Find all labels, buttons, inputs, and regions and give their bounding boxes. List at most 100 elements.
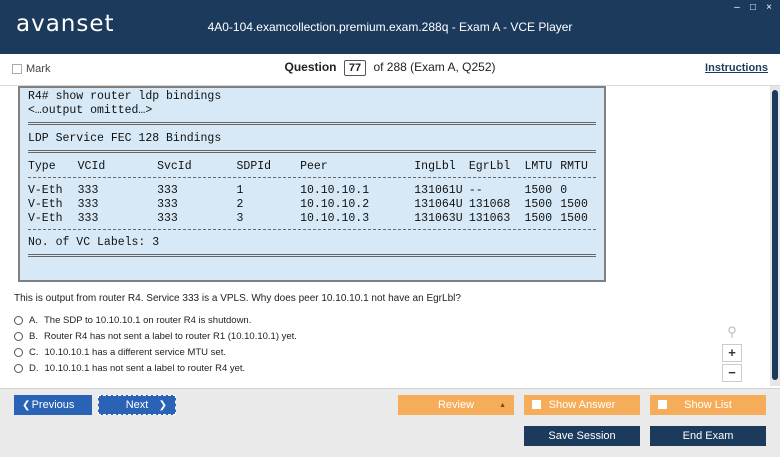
table-cell: V-Eth — [28, 198, 63, 211]
content-scrollbar[interactable] — [770, 86, 780, 386]
answer-letter: C. — [29, 346, 39, 358]
table-cell: 131063 — [468, 212, 511, 225]
answer-option-b[interactable]: B. Router R4 has not sent a label to rou… — [14, 328, 297, 344]
table-cell: 1500 — [524, 198, 553, 211]
show-answer-label: Show Answer — [548, 399, 616, 411]
table-cell: 10.10.10.2 — [300, 198, 370, 211]
maximize-icon[interactable]: □ — [748, 2, 758, 13]
col-header: EgrLbl — [468, 160, 511, 173]
question-number-input[interactable]: 77 — [343, 60, 367, 76]
answer-text: 10.10.10.1 has not sent a label to route… — [44, 362, 246, 374]
exhibit-header-row: Type VCId SvcId SDPId Peer IngLbl EgrLbl… — [28, 160, 596, 174]
table-cell: 2 — [236, 198, 244, 211]
window-title: 4A0-104.examcollection.premium.exam.288q… — [207, 20, 573, 34]
answer-option-a[interactable]: A. The SDP to 10.10.10.1 on router R4 is… — [14, 312, 297, 328]
nav-bar: ❮ Previous Next ❯ Review ▲ Show Answer S… — [0, 388, 780, 420]
col-header: SvcId — [157, 160, 192, 173]
table-cell: 1500 — [560, 198, 588, 211]
question-label: Question — [284, 60, 337, 74]
end-exam-button[interactable]: End Exam — [650, 426, 766, 446]
review-button[interactable]: Review ▲ — [398, 395, 514, 415]
table-cell: 333 — [77, 198, 99, 211]
table-cell: V-Eth — [28, 212, 63, 225]
answer-list: A. The SDP to 10.10.10.1 on router R4 is… — [14, 312, 297, 376]
show-answer-button[interactable]: Show Answer — [524, 395, 640, 415]
magnifier-icon: ⚲ — [727, 324, 737, 339]
table-cell: 3 — [236, 212, 244, 225]
question-header: Mark Question 77 of 288 (Exam A, Q252) I… — [0, 54, 780, 86]
col-header: Type — [28, 160, 56, 173]
radio-icon[interactable] — [14, 331, 23, 341]
minimize-icon[interactable]: – — [732, 2, 742, 13]
previous-button[interactable]: ❮ Previous — [14, 395, 92, 415]
table-cell: 333 — [157, 198, 178, 211]
save-session-button[interactable]: Save Session — [524, 426, 640, 446]
table-cell: 10.10.10.3 — [300, 212, 370, 225]
col-header: Peer — [300, 160, 328, 173]
exhibit-separator — [28, 122, 596, 128]
col-header: IngLbl — [414, 160, 456, 173]
table-cell: 0 — [560, 184, 568, 197]
exhibit-omitted: <…output omitted…> — [28, 104, 153, 117]
table-cell: 131063U — [414, 212, 463, 225]
answer-letter: D. — [29, 362, 39, 374]
answer-option-d[interactable]: D. 10.10.10.1 has not sent a label to ro… — [14, 360, 297, 376]
zoom-controls: ⚲ + − — [722, 324, 742, 382]
answer-text: The SDP to 10.10.10.1 on router R4 is sh… — [43, 314, 252, 326]
answer-text: 10.10.10.1 has a different service MTU s… — [44, 346, 226, 358]
chevron-right-icon: ❯ — [158, 399, 167, 411]
col-header: RMTU — [560, 160, 588, 173]
exhibit-separator — [28, 150, 596, 156]
question-text: This is output from router R4. Service 3… — [14, 293, 461, 304]
table-cell: 333 — [77, 212, 99, 225]
answer-option-c[interactable]: C. 10.10.10.1 has a different service MT… — [14, 344, 297, 360]
triangle-up-icon: ▲ — [499, 401, 506, 409]
question-content: R4# show router ldp bindings <…output om… — [0, 86, 770, 386]
radio-icon[interactable] — [14, 347, 23, 357]
radio-icon[interactable] — [14, 363, 23, 373]
window-controls: – □ × — [732, 2, 774, 13]
question-counter: Question 77 of 288 (Exam A, Q252) — [0, 60, 780, 76]
table-cell: 333 — [157, 212, 178, 225]
bottom-bar: Save Session End Exam — [0, 420, 780, 457]
next-button[interactable]: Next ❯ — [98, 395, 176, 415]
answer-letter: B. — [29, 330, 38, 342]
table-cell: 1 — [236, 184, 244, 197]
exhibit-image: R4# show router ldp bindings <…output om… — [18, 86, 606, 282]
exhibit-divider — [28, 229, 596, 233]
exhibit-footer: No. of VC Labels: 3 — [28, 236, 160, 249]
instructions-link[interactable]: Instructions — [705, 62, 768, 74]
col-header: VCId — [77, 160, 106, 173]
checkbox-icon — [658, 400, 667, 409]
table-cell: 1500 — [524, 184, 553, 197]
table-cell: -- — [468, 184, 483, 197]
table-row: V-Eth 333 333 1 10.10.10.1 131061U -- 15… — [28, 184, 596, 198]
title-bar: avanset 4A0-104.examcollection.premium.e… — [0, 0, 780, 54]
answer-letter: A. — [29, 314, 38, 326]
next-label: Next — [125, 399, 149, 411]
table-cell: 1500 — [524, 212, 553, 225]
table-cell: 1500 — [560, 212, 588, 225]
table-cell: 131064U — [414, 198, 463, 211]
table-cell: 333 — [157, 184, 178, 197]
col-header: SDPId — [236, 160, 272, 173]
table-cell: 131068 — [468, 198, 511, 211]
radio-icon[interactable] — [14, 315, 23, 325]
table-cell: 10.10.10.1 — [300, 184, 370, 197]
table-cell: 131061U — [414, 184, 463, 197]
scrollbar-thumb[interactable] — [772, 90, 778, 380]
table-row: V-Eth 333 333 2 10.10.10.2 131064U 13106… — [28, 198, 596, 212]
close-icon[interactable]: × — [764, 2, 774, 13]
col-header: LMTU — [524, 160, 553, 173]
review-label: Review — [437, 399, 475, 411]
show-list-label: Show List — [684, 399, 732, 411]
checkbox-icon — [532, 400, 541, 409]
exhibit-heading: LDP Service FEC 128 Bindings — [28, 132, 222, 145]
answer-text: Router R4 has not sent a label to router… — [43, 330, 297, 342]
exhibit-separator — [28, 254, 596, 260]
exhibit-command: R4# show router ldp bindings — [28, 90, 222, 103]
show-list-button[interactable]: Show List — [650, 395, 766, 415]
table-cell: 333 — [77, 184, 99, 197]
zoom-out-button[interactable]: − — [722, 364, 742, 382]
zoom-in-button[interactable]: + — [722, 344, 742, 362]
